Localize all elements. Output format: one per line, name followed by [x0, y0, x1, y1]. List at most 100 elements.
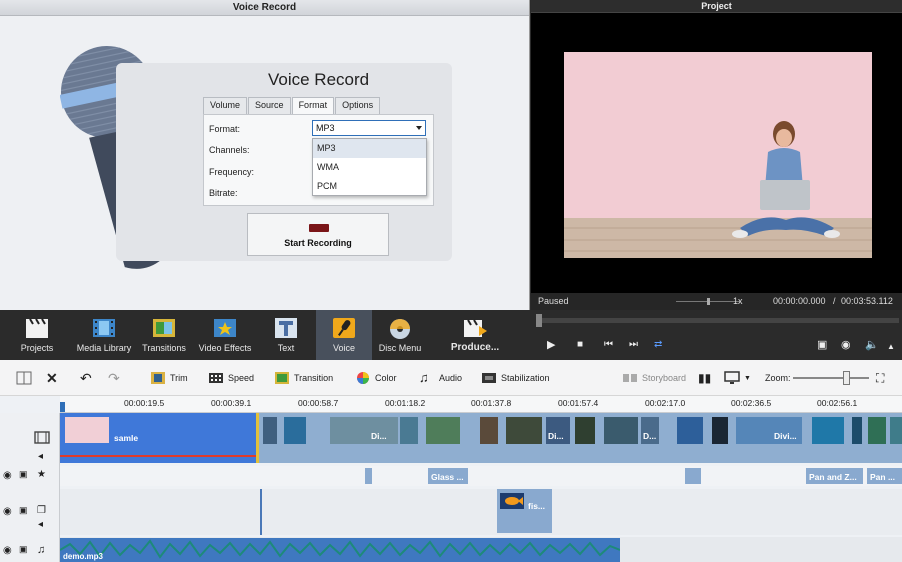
video-clip[interactable] [868, 417, 886, 444]
eye-icon[interactable]: ◉ [3, 545, 14, 556]
video-clip[interactable]: Divi... [736, 417, 802, 444]
stop-icon[interactable]: ■ [577, 338, 583, 352]
stabilization-button[interactable]: Stabilization [481, 370, 550, 386]
fullscreen-icon[interactable]: ▣ [817, 338, 827, 352]
playhead-marker[interactable] [60, 402, 65, 412]
video-clip[interactable] [284, 417, 306, 444]
video-clip[interactable] [263, 417, 277, 444]
redo-icon[interactable]: ↷ [108, 370, 120, 386]
clip-label: Di... [371, 431, 387, 441]
format-select[interactable]: MP3 [312, 120, 426, 136]
display-mode-button[interactable]: ▼ [724, 370, 751, 386]
effect-clip-glass[interactable]: Glass ... [428, 468, 468, 484]
chevron-up-icon[interactable]: ▲ [887, 340, 895, 354]
toolbar-disc-menu[interactable]: Disc Menu [372, 310, 428, 360]
speed-slider-thumb[interactable] [707, 298, 710, 305]
audio-clip-demo[interactable] [60, 538, 620, 562]
split-icon[interactable] [16, 370, 36, 386]
loop-icon[interactable]: ⇄ [654, 338, 662, 352]
preview-frame[interactable] [564, 52, 872, 258]
toolbar-projects[interactable]: Projects [0, 310, 74, 360]
toolbar-label: Projects [20, 343, 54, 353]
fit-timeline-icon[interactable]: ⛶ [876, 370, 884, 386]
bitrate-label: Bitrate: [209, 188, 238, 198]
seek-bar[interactable] [537, 318, 899, 323]
trim-button[interactable]: Trim [150, 370, 188, 386]
video-clip[interactable]: Di... [546, 417, 570, 444]
toolbar-media-library[interactable]: Media Library [74, 310, 134, 360]
stabilization-label: Stabilization [501, 373, 550, 383]
overlay-marker[interactable] [260, 489, 262, 535]
effect-clip[interactable] [365, 468, 372, 484]
undo-icon[interactable]: ↶ [80, 370, 92, 386]
transition-button[interactable]: Transition [274, 370, 333, 386]
toolbar-produce[interactable]: Produce... [428, 310, 522, 360]
format-option-mp3[interactable]: MP3 [313, 139, 426, 158]
video-clip[interactable] [506, 417, 542, 444]
time-ruler[interactable]: 00:00:19.5 00:00:39.1 00:00:58.7 00:01:1… [60, 396, 902, 413]
toolbar-transitions[interactable]: Transitions [134, 310, 194, 360]
trim-icon [151, 372, 165, 384]
toolbar-label: Text [277, 343, 295, 353]
color-button[interactable]: Color [355, 370, 397, 386]
tab-options[interactable]: Options [335, 97, 381, 114]
speaker-mute-icon[interactable]: ◂ [38, 451, 49, 462]
tab-format[interactable]: Format [291, 97, 335, 115]
overlay-clip-fish[interactable]: fis... [497, 489, 552, 533]
app-window: Voice Record Voice Record Volume Source … [0, 0, 902, 562]
storyboard-button[interactable]: Storyboard [622, 370, 686, 386]
video-clip[interactable]: D... [641, 417, 659, 444]
video-clip[interactable] [812, 417, 844, 444]
audio-levels-icon[interactable]: ▮▮ [698, 370, 711, 386]
delete-icon[interactable]: ✕ [46, 370, 58, 386]
clip-thumbnail [65, 417, 109, 443]
video-clip-samle[interactable]: samle [60, 413, 258, 463]
next-frame-icon[interactable]: ⏭ [629, 338, 638, 352]
lock-icon[interactable]: ▣ [19, 505, 30, 516]
zoom-slider-track[interactable] [793, 377, 869, 379]
record-indicator-icon [309, 224, 329, 232]
lock-icon[interactable]: ▣ [19, 544, 30, 555]
lock-icon[interactable]: ▣ [19, 469, 30, 480]
audio-volume-line[interactable] [60, 455, 258, 457]
mute-icon[interactable]: 🔈 [865, 338, 879, 352]
zoom-slider-thumb[interactable] [843, 371, 850, 385]
format-option-pcm[interactable]: PCM [313, 177, 426, 196]
effect-clip-pan-zoom[interactable]: Pan and Z... [806, 468, 863, 484]
voice-record-heading: Voice Record [268, 70, 370, 89]
video-clip[interactable] [677, 417, 703, 444]
play-icon[interactable]: ▶ [547, 338, 555, 352]
effect-label: Pan and Z... [809, 472, 857, 482]
start-recording-button[interactable]: Start Recording [247, 213, 389, 256]
snapshot-icon[interactable]: ◉ [841, 338, 851, 352]
ruler-tick: 00:02:17.0 [645, 398, 686, 408]
speed-button[interactable]: Speed [208, 370, 254, 386]
tab-volume[interactable]: Volume [203, 97, 248, 114]
effect-clip-pan[interactable]: Pan ... [867, 468, 902, 484]
video-clip[interactable] [575, 417, 595, 444]
video-clip[interactable] [426, 417, 460, 444]
eye-icon[interactable]: ◉ [3, 506, 14, 517]
video-clip[interactable] [604, 417, 638, 444]
toolbar-text[interactable]: Text [256, 310, 316, 360]
toolbar-voice[interactable]: Voice [316, 310, 372, 360]
video-clip[interactable] [712, 417, 728, 444]
previous-frame-icon[interactable]: ⏮ [604, 338, 613, 352]
video-clip[interactable] [400, 417, 418, 444]
audio-button[interactable]: ♫ Audio [419, 370, 462, 386]
video-clip[interactable]: Di... [330, 417, 398, 444]
speaker-mute-icon[interactable]: ◂ [38, 519, 49, 530]
video-clip[interactable] [890, 417, 902, 444]
format-dropdown-list: MP3 WMA PCM [312, 138, 427, 196]
video-clip[interactable] [480, 417, 498, 444]
selection-edge[interactable] [256, 413, 259, 463]
stabilization-icon [482, 373, 496, 383]
format-option-wma[interactable]: WMA [313, 158, 426, 177]
clip-thumbnail [500, 493, 524, 509]
eye-icon[interactable]: ◉ [3, 470, 14, 481]
toolbar-video-effects[interactable]: Video Effects [194, 310, 256, 360]
video-clip[interactable] [852, 417, 862, 444]
seek-thumb[interactable] [536, 314, 542, 327]
tab-source[interactable]: Source [248, 97, 291, 114]
effect-clip[interactable] [685, 468, 701, 484]
